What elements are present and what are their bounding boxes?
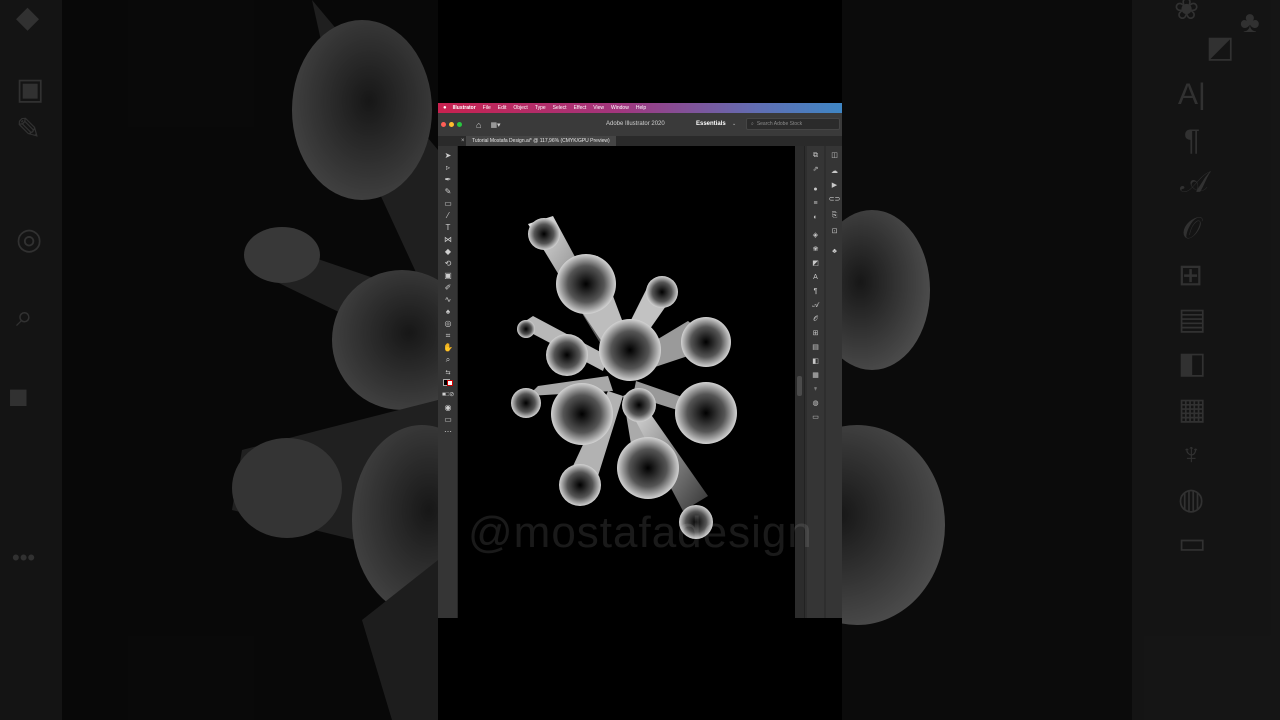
chevron-down-icon[interactable]: ⌄: [732, 121, 736, 127]
search-icon: ⌕: [751, 121, 754, 127]
video-frame: ◆ ▣ ✎ ◎ ⌕ ■ ••• ❀ ◩ A| ¶ 𝒜 𝒪 ⊞ ▤ ◧ ▦ ♆ ◍…: [0, 0, 1280, 720]
arrange-documents-icon[interactable]: ▦▾: [490, 121, 500, 129]
menu-window[interactable]: Window: [611, 105, 629, 111]
menu-edit[interactable]: Edit: [498, 105, 507, 111]
navigator-icon[interactable]: ⊡: [828, 226, 841, 238]
stock-search-input[interactable]: ⌕ Search Adobe Stock: [746, 118, 840, 130]
fill-stroke-icon[interactable]: [442, 378, 454, 389]
menu-type[interactable]: Type: [535, 105, 546, 111]
puppet-icon[interactable]: ♆: [809, 384, 822, 396]
curvature-tool-icon[interactable]: ✎: [442, 186, 454, 197]
hand-tool-icon[interactable]: ✋: [442, 342, 454, 353]
image-trace-icon[interactable]: ◩: [809, 258, 822, 270]
symbol-sprayer-tool-icon[interactable]: ♠: [442, 306, 454, 317]
gradient-tool-icon[interactable]: ▣: [442, 270, 454, 281]
screen-mode-icon[interactable]: ▭: [442, 414, 454, 425]
menu-bar: ● Illustrator File Edit Object Type Sele…: [438, 103, 842, 113]
recolor-icon[interactable]: ◍: [809, 398, 822, 410]
export-panel-icon[interactable]: ⇗: [809, 164, 822, 176]
reflect-tool-icon[interactable]: ⋈: [442, 234, 454, 245]
menu-illustrator[interactable]: Illustrator: [453, 105, 476, 111]
libraries-panel-icon[interactable]: ☁: [828, 166, 841, 178]
align-icon[interactable]: ▤: [809, 342, 822, 354]
background-dim-left: [0, 0, 438, 720]
blend-tool-icon[interactable]: ∿: [442, 294, 454, 305]
menu-select[interactable]: Select: [553, 105, 567, 111]
close-tab-icon[interactable]: ×: [461, 136, 465, 146]
apple-icon[interactable]: ●: [443, 105, 447, 111]
tools-panel: ➤ ▹ ✒ ✎ ▭ ⁄ T ⋈ ◆ ⟲ ▣ ✐ ∿ ♠ ◎ ⌗ ✋ ⌕ ⇆ ■□…: [438, 146, 458, 618]
asset-export-icon[interactable]: ⎘: [828, 210, 841, 222]
layers-stack-icon[interactable]: ◈: [809, 230, 822, 242]
more-tools-icon[interactable]: ⋯: [442, 426, 454, 437]
symbols-panel-icon[interactable]: ♣: [828, 246, 841, 258]
menu-effect[interactable]: Effect: [574, 105, 587, 111]
menu-help[interactable]: Help: [636, 105, 646, 111]
window-controls: [441, 122, 462, 127]
minimize-window-button[interactable]: [449, 122, 454, 127]
workspace-switcher[interactable]: Essentials: [696, 121, 726, 127]
type-tool-icon[interactable]: T: [442, 222, 454, 233]
close-window-button[interactable]: [441, 122, 446, 127]
rectangle-tool-icon[interactable]: ▭: [442, 198, 454, 209]
window-bottom-edge: [438, 618, 842, 628]
drawing-mode-icon[interactable]: ◉: [442, 402, 454, 413]
direct-selection-tool-icon[interactable]: ▹: [442, 162, 454, 173]
links-panel-icon[interactable]: ⊂⊃: [828, 194, 841, 206]
application-bar: ⌂ ▦▾ Adobe Illustrator 2020 Essentials ⌄…: [438, 113, 842, 136]
slice-tool-icon[interactable]: ⌗: [442, 330, 454, 341]
appearance-panel-icon[interactable]: ◐: [809, 212, 822, 224]
menu-view[interactable]: View: [593, 105, 604, 111]
actions-panel-icon[interactable]: ▶: [828, 180, 841, 192]
home-icon[interactable]: ⌂: [476, 120, 481, 130]
paragraph-icon[interactable]: ¶: [809, 286, 822, 298]
opentype-icon[interactable]: 𝒪: [809, 314, 822, 326]
layers-panel-icon[interactable]: ⧉: [809, 150, 822, 162]
transform-icon[interactable]: ⊞: [809, 328, 822, 340]
pen-tool-icon[interactable]: ✒: [442, 174, 454, 185]
zoom-tool-icon[interactable]: ⌕: [442, 354, 454, 365]
eyedropper-tool-icon[interactable]: ✐: [442, 282, 454, 293]
free-transform-tool-icon[interactable]: ⟲: [442, 258, 454, 269]
character-icon[interactable]: A: [809, 272, 822, 284]
color-mode-icon[interactable]: ■□⊘: [442, 390, 454, 401]
paintbrush-tool-icon[interactable]: ⁄: [442, 210, 454, 221]
character-styles-icon[interactable]: 𝒜: [809, 300, 822, 312]
stroke-panel-icon[interactable]: ≡: [809, 198, 822, 210]
scrollbar-thumb[interactable]: [797, 376, 802, 396]
document-tab[interactable]: Tutorial Mostafa Design.ai* @ 117,96% (C…: [466, 136, 616, 146]
menu-object[interactable]: Object: [513, 105, 527, 111]
selection-tool-icon[interactable]: ➤: [442, 150, 454, 161]
artboards-icon[interactable]: ▦: [809, 370, 822, 382]
color-panel-icon[interactable]: ●: [809, 184, 822, 196]
zoom-window-button[interactable]: [457, 122, 462, 127]
panel-column-right: ◫ ☁ ▶ ⊂⊃ ⎘ ⊡ ♣: [826, 146, 842, 618]
document-tab-bar: × Tutorial Mostafa Design.ai* @ 117,96% …: [438, 136, 842, 146]
gradient-panel-icon[interactable]: ▭: [809, 412, 822, 424]
watermark-text: @mostafadesign: [468, 508, 813, 557]
stock-search-placeholder: Search Adobe Stock: [756, 121, 803, 127]
pathfinder-icon[interactable]: ◧: [809, 356, 822, 368]
menu-file[interactable]: File: [483, 105, 491, 111]
background-dim-right: [842, 0, 1280, 720]
properties-panel-icon[interactable]: ◫: [828, 150, 841, 162]
artboard-tool-icon[interactable]: ◎: [442, 318, 454, 329]
shaper-tool-icon[interactable]: ◆: [442, 246, 454, 257]
graphic-styles-icon[interactable]: ❀: [809, 244, 822, 256]
app-title: Adobe Illustrator 2020: [606, 121, 665, 127]
